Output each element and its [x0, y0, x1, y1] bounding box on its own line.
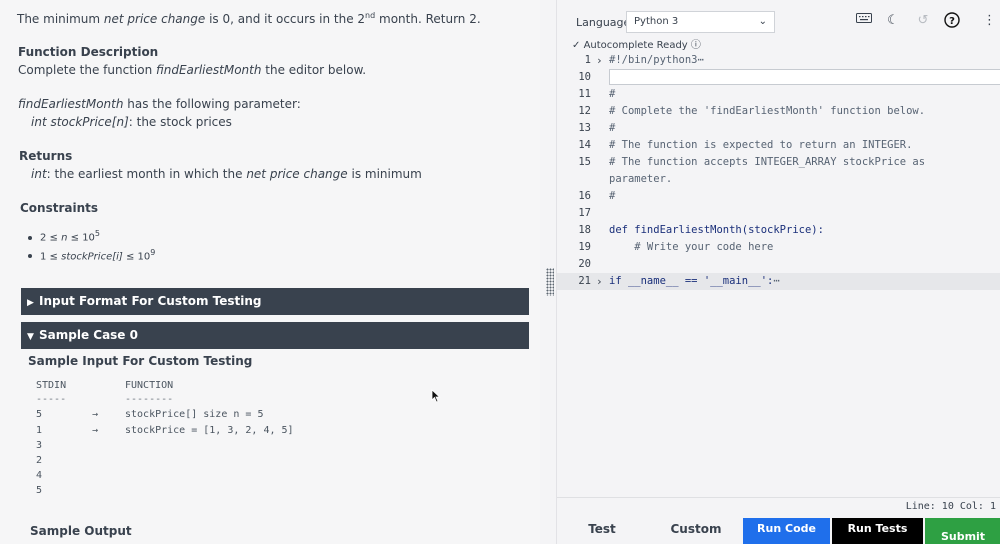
code-line: 16 # [578, 190, 616, 202]
more-icon[interactable]: ⋮ [983, 12, 996, 30]
caret-down-icon: ▼ [27, 332, 34, 342]
check-circle-icon: ✓ [572, 40, 581, 51]
function-header: FUNCTION [125, 380, 174, 391]
stdin-row: 1 [36, 425, 43, 436]
fold-arrow-icon[interactable]: › [596, 52, 603, 69]
problem-panel: The minimum net price change is 0, and i… [0, 0, 540, 544]
info-icon[interactable]: ⓘ [691, 40, 701, 51]
custom-input-button[interactable]: Custom [657, 518, 735, 544]
returns-heading: Returns [19, 149, 73, 163]
code-line: 12 # Complete the 'findEarliestMonth' fu… [578, 105, 926, 117]
sample-output-heading: Sample Output [30, 524, 132, 538]
arrow: → [92, 409, 99, 420]
code-line: 1 › #!/bin/python3⋯ [584, 52, 704, 69]
code-line: 10 [578, 71, 591, 83]
svg-text:?: ? [949, 16, 955, 27]
panel-resize-handle[interactable] [546, 268, 554, 296]
sample-case-accordion[interactable]: ▼ Sample Case 0 [21, 322, 529, 349]
divider [557, 497, 1000, 498]
intro-text: The minimum net price change is 0, and i… [17, 11, 481, 26]
run-tests-button[interactable]: Run Tests [832, 518, 923, 544]
dark-mode-icon[interactable]: ☾ [885, 12, 901, 30]
editor-panel: Language Python 3 ⌄ ☾ ↺ ? ⋮ ✓ Autocomple… [556, 0, 1000, 544]
help-icon[interactable]: ? [943, 12, 961, 30]
cursor-position: Line: 10 Col: 1 [905, 501, 996, 512]
stdin-row: 2 [36, 455, 43, 466]
code-line: 17 [578, 207, 591, 219]
chevron-down-icon: ⌄ [758, 16, 767, 27]
submit-button[interactable]: Submit [925, 518, 1000, 544]
stdin-row: 3 [36, 440, 43, 451]
caret-right-icon: ▶ [27, 298, 34, 308]
history-icon[interactable]: ↺ [915, 12, 931, 30]
keyboard-icon[interactable] [855, 12, 873, 30]
code-line: 14 # The function is expected to return … [578, 139, 913, 151]
fold-arrow-icon[interactable]: › [596, 273, 603, 290]
input-format-accordion[interactable]: ▶ Input Format For Custom Testing [21, 288, 529, 315]
code-line: 13 # [578, 122, 616, 134]
stdin-divider: ----- [36, 394, 67, 405]
test-button[interactable]: Test [571, 518, 633, 544]
constraint-2: 1 ≤ stockPrice[i] ≤ 109 [40, 248, 156, 263]
language-select[interactable]: Python 3 ⌄ [626, 11, 775, 33]
function-description-text: Complete the function findEarliestMonth … [18, 63, 367, 77]
code-line-wrap: parameter. [609, 173, 673, 185]
parameter-line: int stockPrice[n]: the stock prices [31, 115, 232, 129]
bullet [28, 236, 32, 240]
mouse-pointer-icon [431, 389, 441, 403]
sample-input-heading: Sample Input For Custom Testing [28, 354, 253, 368]
code-line: 20 [578, 258, 591, 270]
parameter-intro: findEarliestMonth has the following para… [18, 97, 301, 111]
bullet [28, 254, 32, 258]
code-line: 15 # The function accepts INTEGER_ARRAY … [578, 156, 926, 168]
code-line: 18 def findEarliestMonth(stockPrice): [578, 224, 824, 236]
autocomplete-status: ✓ Autocomplete Ready ⓘ [572, 40, 701, 51]
function-row: stockPrice = [1, 3, 2, 4, 5] [125, 425, 294, 436]
run-code-button[interactable]: Run Code [743, 518, 830, 544]
constraint-1: 2 ≤ n ≤ 105 [40, 229, 101, 244]
stdin-row: 4 [36, 470, 43, 481]
code-line: 11 # [578, 88, 616, 100]
code-line: 21 › if __name__ == '__main__':⋯ [578, 273, 780, 290]
function-row: stockPrice[] size n = 5 [125, 409, 264, 420]
stdin-header: STDIN [36, 380, 67, 391]
returns-text: int: the earliest month in which the net… [31, 167, 422, 181]
constraints-heading: Constraints [20, 201, 99, 215]
code-line: 19 # Write your code here [578, 241, 774, 253]
stdin-row: 5 [36, 485, 43, 496]
function-description-heading: Function Description [18, 45, 159, 59]
language-label: Language [576, 16, 631, 29]
arrow: → [92, 425, 99, 436]
stdin-row: 5 [36, 409, 43, 420]
function-divider: -------- [125, 394, 174, 405]
